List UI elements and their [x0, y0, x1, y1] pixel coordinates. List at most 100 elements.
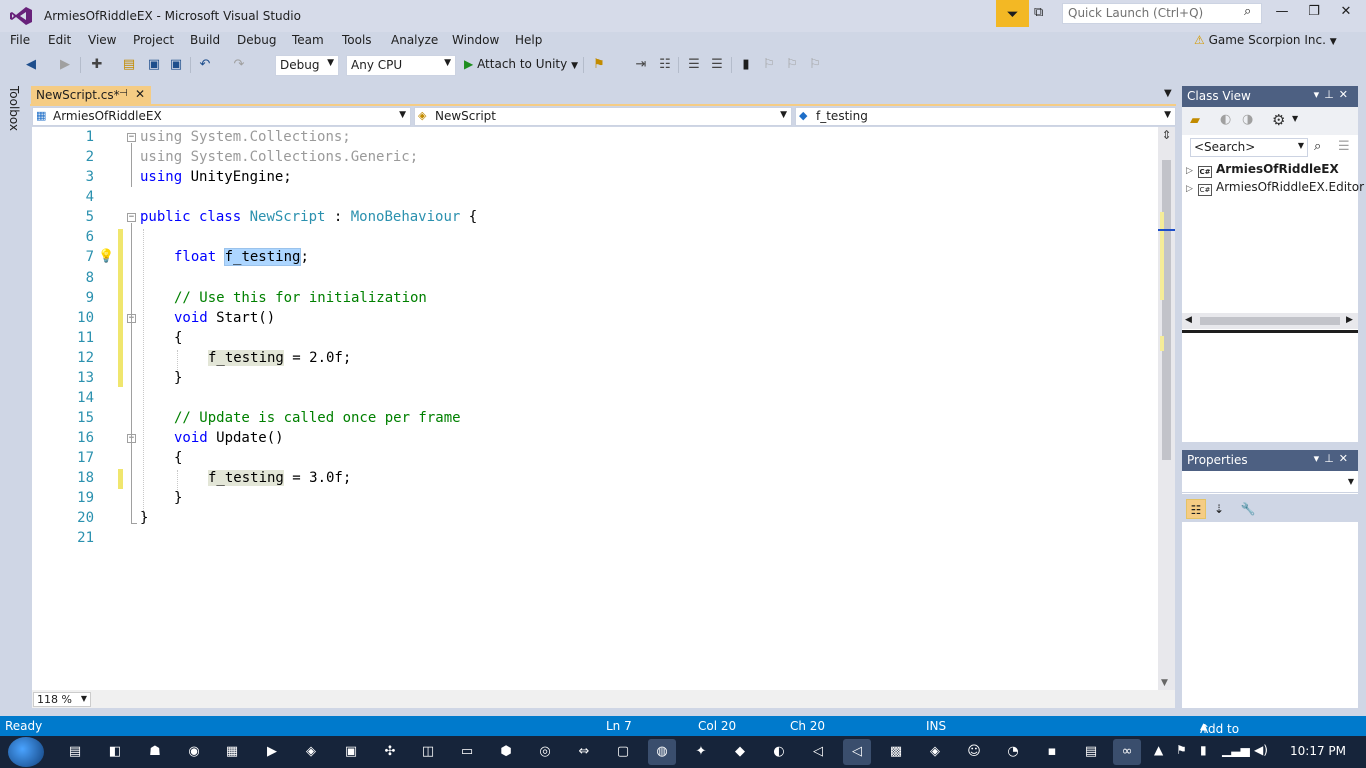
menu-team[interactable]: Team: [292, 33, 324, 47]
undo-icon[interactable]: ↶: [196, 56, 214, 74]
account-menu[interactable]: ⚠ Game Scorpion Inc. ▼: [1194, 33, 1337, 47]
property-pages-icon[interactable]: 🔧: [1238, 499, 1258, 519]
pin-icon[interactable]: ⊣: [119, 88, 128, 99]
properties-object-select[interactable]: ▼: [1182, 471, 1358, 493]
visual-studio-icon[interactable]: ∞: [1113, 739, 1141, 765]
minimize-icon[interactable]: —: [1266, 4, 1298, 24]
scrollbar-thumb[interactable]: [1200, 317, 1340, 325]
calculator-icon[interactable]: ▦: [218, 739, 246, 765]
tree-item[interactable]: ▷ C# ArmiesOfRiddleEX: [1186, 162, 1339, 178]
step-icon[interactable]: ⇥: [632, 56, 650, 74]
comment-lines-icon[interactable]: ☰: [685, 56, 703, 74]
member-navigation-select[interactable]: ◆ f_testing ▼: [795, 107, 1176, 126]
android-icon[interactable]: ☗: [141, 739, 169, 765]
new-folder-icon[interactable]: ▰: [1190, 113, 1200, 128]
flag-icon[interactable]: ⚑: [1176, 743, 1187, 757]
save-all-icon[interactable]: ▣: [167, 56, 185, 74]
attach-to-unity-button[interactable]: ▶ Attach to Unity ▼: [464, 57, 578, 71]
unity-icon[interactable]: ◁: [843, 739, 871, 765]
app-icon[interactable]: ◫: [414, 739, 442, 765]
close-icon[interactable]: ✕: [1339, 88, 1353, 101]
split-window-icon[interactable]: ⇕: [1158, 128, 1175, 145]
chevron-down-icon[interactable]: ▼: [1292, 114, 1298, 123]
menu-analyze[interactable]: Analyze: [391, 33, 438, 47]
menu-window[interactable]: Window: [452, 33, 499, 47]
command-prompt-icon[interactable]: ▭: [453, 739, 481, 765]
menu-debug[interactable]: Debug: [237, 33, 276, 47]
toolbox-tab[interactable]: Toolbox: [7, 86, 21, 131]
open-file-icon[interactable]: ▤: [120, 56, 138, 74]
tab-newscript[interactable]: NewScript.cs* ⊣ ✕: [31, 86, 151, 106]
reference-highlight[interactable]: f_testing: [208, 350, 284, 366]
collapse-icon[interactable]: −: [127, 213, 136, 222]
restore-icon[interactable]: ❐: [1298, 4, 1330, 24]
settings-list-icon[interactable]: ☰: [1338, 139, 1350, 154]
unity-icon[interactable]: ◈: [297, 739, 325, 765]
alphabetical-icon[interactable]: ⇣: [1209, 499, 1229, 519]
pin-icon[interactable]: ⊥: [1324, 452, 1339, 465]
power-icon[interactable]: ▮: [1200, 743, 1207, 757]
chrome-icon[interactable]: ◍: [648, 739, 676, 765]
project-navigation-select[interactable]: ▦ ArmiesOfRiddleEX ▼: [32, 107, 411, 126]
redo-icon[interactable]: ↷: [230, 56, 248, 74]
lightbulb-icon[interactable]: 💡: [98, 249, 114, 264]
teamviewer-icon[interactable]: ⇔: [570, 739, 598, 765]
save-icon[interactable]: ▣: [145, 56, 163, 74]
new-project-icon[interactable]: ✚: [88, 56, 106, 74]
menu-help[interactable]: Help: [515, 33, 542, 47]
next-bookmark-icon[interactable]: ⚐: [783, 56, 801, 74]
network-icon[interactable]: ▁▃▅: [1222, 743, 1250, 757]
back-icon[interactable]: ◐: [1220, 112, 1231, 127]
scroll-right-icon[interactable]: ▶: [1346, 315, 1353, 325]
menu-file[interactable]: File: [10, 33, 30, 47]
search-icon[interactable]: ⌕: [1314, 139, 1321, 154]
class-view-search-select[interactable]: <Search> ▼: [1190, 138, 1308, 157]
platform-select[interactable]: Any CPU ▼: [346, 55, 456, 76]
app-icon[interactable]: ◔: [999, 739, 1027, 765]
scroll-left-icon[interactable]: ◀: [1185, 315, 1192, 325]
taskbar-clock[interactable]: 10:17 PM: [1290, 744, 1346, 758]
reference-highlight[interactable]: f_testing: [208, 470, 284, 486]
notepad-icon[interactable]: ▤: [1077, 739, 1105, 765]
navigate-forward-icon[interactable]: ▶: [56, 56, 74, 74]
zoom-select[interactable]: 118 % ▼: [33, 692, 91, 707]
chevron-down-icon[interactable]: ▾: [1314, 88, 1325, 101]
menu-build[interactable]: Build: [190, 33, 220, 47]
find-in-files-icon[interactable]: ⚑: [590, 56, 608, 74]
volume-icon[interactable]: ◀): [1254, 743, 1268, 757]
previous-bookmark-icon[interactable]: ⚐: [760, 56, 778, 74]
menu-edit[interactable]: Edit: [48, 33, 71, 47]
bookmark-icon[interactable]: ▮: [737, 56, 755, 74]
app-icon[interactable]: ▩: [882, 739, 910, 765]
collapse-icon[interactable]: −: [127, 133, 136, 142]
start-button-icon[interactable]: [8, 737, 44, 767]
app-icon[interactable]: ▣: [337, 739, 365, 765]
pycharm-icon[interactable]: ▪: [1038, 739, 1066, 765]
navigate-back-icon[interactable]: ◀: [22, 56, 40, 74]
expand-icon[interactable]: ▷: [1186, 184, 1198, 194]
categorized-icon[interactable]: ☷: [1186, 499, 1206, 519]
app-icon[interactable]: ▢: [609, 739, 637, 765]
tab-list-dropdown-icon[interactable]: ▼: [1164, 88, 1172, 99]
clear-bookmarks-icon[interactable]: ⚐: [806, 56, 824, 74]
app-icon[interactable]: ✦: [687, 739, 715, 765]
expand-icon[interactable]: ▷: [1186, 166, 1198, 176]
app-icon[interactable]: ⬢: [492, 739, 520, 765]
app-icon[interactable]: ◆: [726, 739, 754, 765]
scrollbar-thumb[interactable]: [1162, 160, 1171, 460]
search-icon[interactable]: ⌕: [1244, 4, 1260, 20]
close-icon[interactable]: ✕: [1339, 452, 1353, 465]
menu-view[interactable]: View: [88, 33, 116, 47]
horizontal-scrollbar[interactable]: [32, 690, 1175, 708]
close-icon[interactable]: ✕: [1330, 4, 1362, 24]
type-navigation-select[interactable]: ◈ NewScript ▼: [414, 107, 792, 126]
unity-icon[interactable]: ◁: [804, 739, 832, 765]
media-player-icon[interactable]: ▶: [258, 739, 286, 765]
uncomment-lines-icon[interactable]: ☰: [708, 56, 726, 74]
gear-icon[interactable]: ⚙: [1272, 111, 1285, 129]
menu-project[interactable]: Project: [133, 33, 174, 47]
app-icon[interactable]: ◎: [531, 739, 559, 765]
configuration-select[interactable]: Debug ▼: [275, 55, 339, 76]
app-icon[interactable]: ☺: [960, 739, 988, 765]
quick-launch-input[interactable]: Quick Launch (Ctrl+Q): [1062, 3, 1262, 24]
